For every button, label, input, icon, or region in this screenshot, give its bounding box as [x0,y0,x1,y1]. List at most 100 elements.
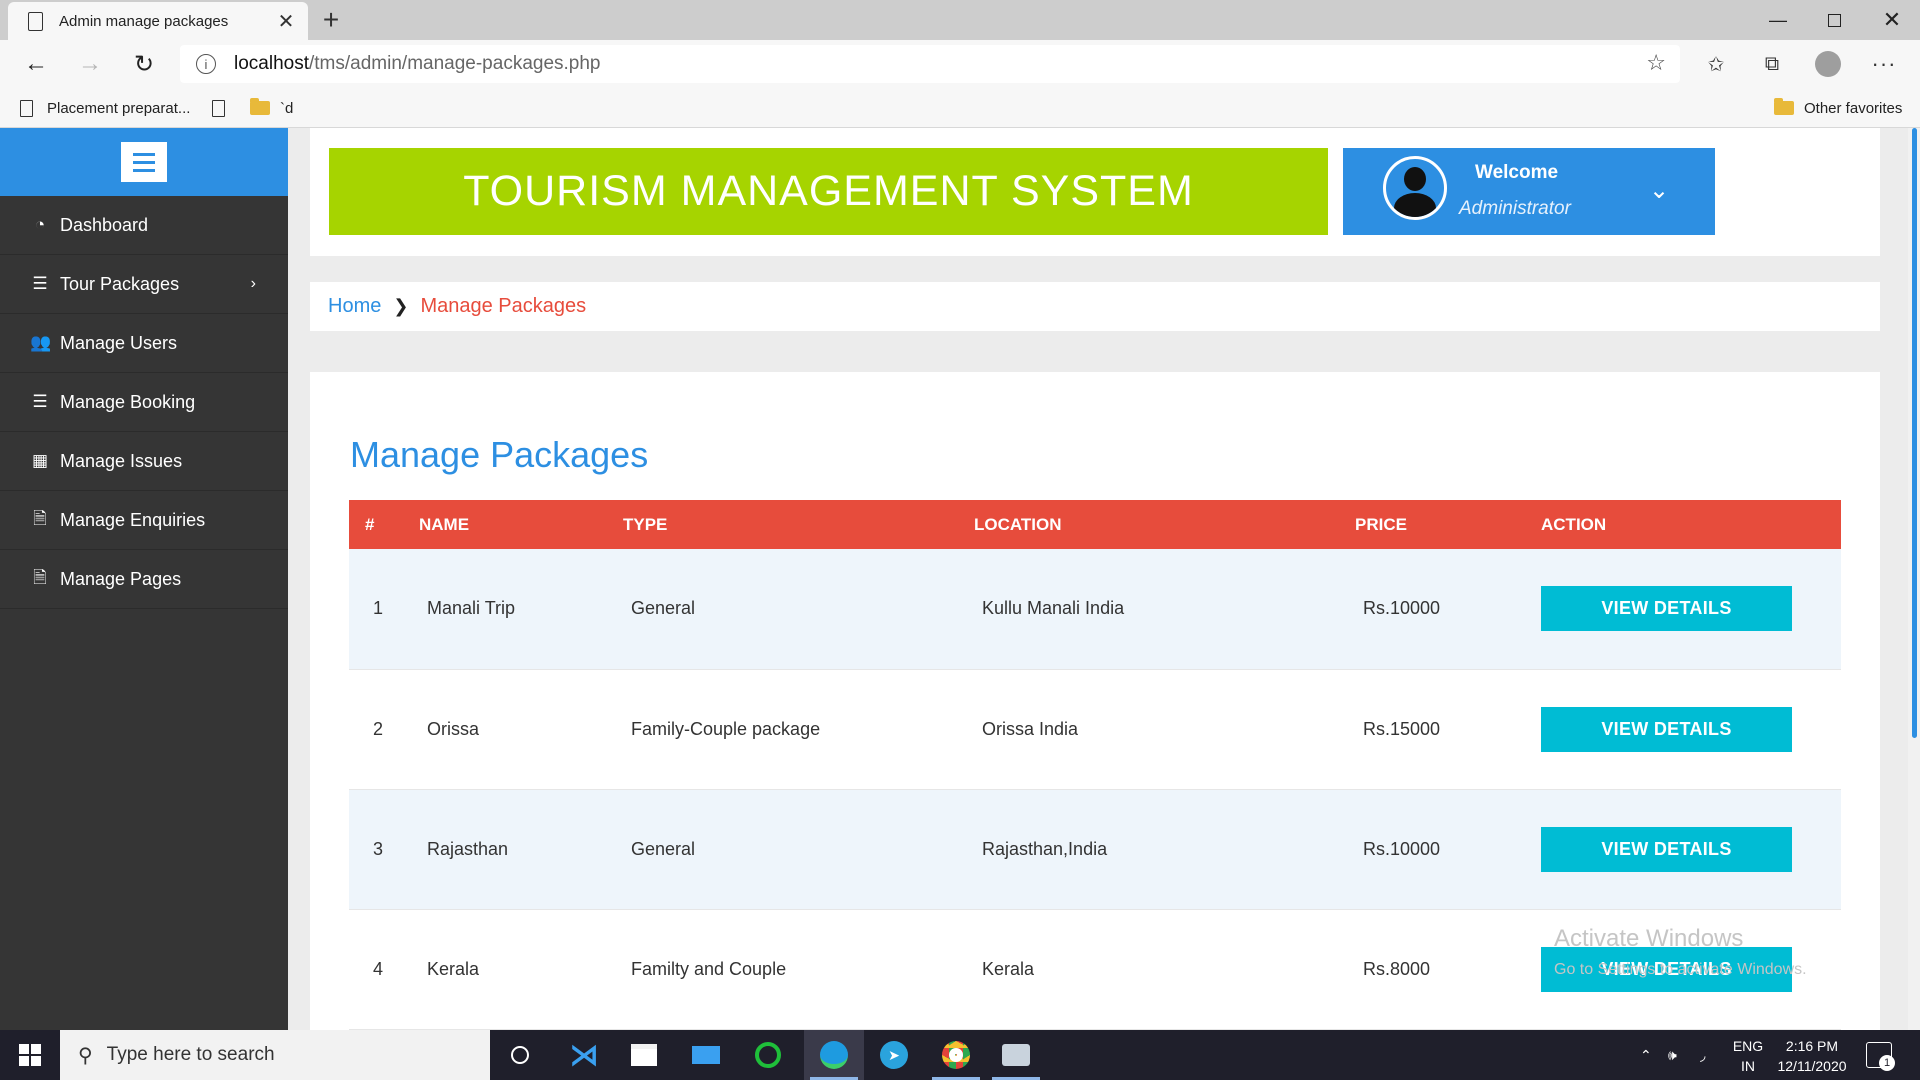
cell-number: 2 [349,669,419,790]
clock-date: 12/11/2020 [1777,1058,1847,1074]
profile-icon[interactable] [1812,48,1844,80]
other-favorites[interactable]: Other favorites [1774,88,1902,128]
favorites-bar: Placement preparat... `d Other favorites [0,88,1920,128]
table-icon: ▦ [31,451,49,470]
sidebar-item-label: Manage Pages [60,568,182,589]
other-favorites-label: Other favorites [1804,99,1903,117]
network-icon[interactable]: ◞ [1700,1030,1705,1080]
activate-windows-subtitle: Go to Settings to activate Windows. [1554,961,1807,978]
cell-name: Manali Trip [419,549,623,670]
close-window-icon[interactable]: ✕ [1864,0,1920,40]
back-arrow-icon[interactable]: ← [12,40,60,88]
chrome-icon[interactable] [926,1030,986,1080]
maximize-icon[interactable] [1806,0,1862,40]
table-header-row: # NAME TYPE LOCATION PRICE ACTION [349,500,1841,549]
task-view-icon[interactable] [490,1030,550,1080]
notification-icon[interactable]: 1 [1866,1042,1895,1071]
favorite-folder[interactable]: `d [250,88,293,128]
sidebar-item-label: Manage Booking [60,391,196,412]
page-title: Manage Packages [350,434,649,475]
tab-close-icon[interactable]: ✕ [276,9,296,34]
cell-price: Rs.10000 [1355,789,1541,910]
activate-windows-title: Activate Windows [1554,925,1744,952]
sidebar-item-manage-booking[interactable]: ☰ Manage Booking [0,373,288,432]
mail-icon[interactable] [676,1030,736,1080]
browser-tab-strip: Admin manage packages ✕ + — ✕ [0,0,1920,40]
app-ring-icon[interactable] [738,1030,798,1080]
collections-icon[interactable]: ⧉ [1756,48,1788,80]
taskbar-search[interactable]: ⚲ Type here to search [60,1030,490,1080]
lang-region: IN [1741,1058,1755,1074]
sidebar-item-label: Manage Issues [60,450,183,471]
list-icon: ☰ [32,392,48,411]
tray-chevron-up-icon[interactable]: ⌃ [1640,1030,1652,1080]
volume-icon[interactable]: 🕪 [1668,1030,1677,1080]
more-icon[interactable]: ··· [1868,48,1900,80]
edge-browser-icon[interactable] [804,1030,864,1080]
chevron-right-icon: ❯ [393,296,409,316]
view-details-button[interactable]: VIEW DETAILS [1541,586,1792,632]
scrollbar-thumb[interactable] [1912,128,1917,738]
cell-type: Family-Couple package [623,669,974,790]
folder-icon [250,98,270,115]
forward-arrow-icon[interactable]: → [66,40,114,88]
windows-start-icon[interactable] [0,1030,60,1080]
favorite-label: Placement preparat... [47,99,191,117]
column-header-type: TYPE [623,500,974,549]
dashboard-icon: ◔ [34,215,46,234]
sidebar-item-label: Dashboard [60,214,149,235]
new-tab-icon[interactable]: + [316,4,346,36]
reload-icon[interactable]: ↻ [120,40,168,88]
sidebar-item-manage-enquiries[interactable]: 🗎 Manage Enquiries [0,491,288,550]
column-header-number: # [349,500,419,549]
store-icon[interactable] [614,1030,674,1080]
cell-name: Rajasthan [419,789,623,910]
cell-name: Kerala [419,909,623,1030]
browser-navbar: ← → ↻ i localhost/tms/admin/manage-packa… [0,40,1920,88]
minimize-icon[interactable]: — [1750,0,1806,40]
avatar-icon [1383,156,1447,220]
sidebar-item-label: Manage Enquiries [60,509,206,530]
cell-location: Kerala [974,909,1355,1030]
hamburger-menu-icon[interactable] [121,142,167,182]
star-icon[interactable]: ☆ [1646,50,1666,76]
chevron-down-icon[interactable]: ⌄ [1649,176,1669,205]
favorite-item[interactable]: Placement preparat... [20,88,190,128]
cell-action: VIEW DETAILS [1541,789,1841,910]
sidebar-item-manage-issues[interactable]: ▦ Manage Issues [0,432,288,491]
cell-name: Orissa [419,669,623,790]
cell-location: Rajasthan,India [974,789,1355,910]
favorite-label: `d [280,99,294,117]
sidebar-header [0,128,288,196]
address-bar[interactable]: i localhost/tms/admin/manage-packages.ph… [180,45,1680,83]
xampp-icon[interactable] [986,1030,1046,1080]
users-icon: 👥 [30,333,52,352]
language-indicator[interactable]: ENG IN [1730,1036,1766,1076]
site-title: TOURISM MANAGEMENT SYSTEM [329,148,1328,235]
vscode-icon[interactable]: ⋊ [554,1030,614,1080]
sidebar-item-manage-pages[interactable]: 🗎 Manage Pages [0,550,288,609]
lang-code: ENG [1732,1038,1764,1054]
favorite-item[interactable] [212,88,239,128]
sidebar: ◔ Dashboard ☰ Tour Packages › 👥 Manage U… [0,128,288,1030]
browser-tab[interactable]: Admin manage packages ✕ [8,2,308,40]
taskbar-clock[interactable]: 2:16 PM 12/11/2020 [1770,1036,1854,1076]
sidebar-item-manage-users[interactable]: 👥 Manage Users [0,314,288,373]
user-menu[interactable]: Welcome Administrator ⌄ [1343,148,1715,235]
info-icon[interactable]: i [196,54,216,74]
chevron-right-icon: › [250,275,256,292]
sidebar-item-dashboard[interactable]: ◔ Dashboard [0,196,288,255]
cell-price: Rs.15000 [1355,669,1541,790]
view-details-button[interactable]: VIEW DETAILS [1541,706,1792,752]
welcome-text: Welcome [1475,162,1559,183]
sidebar-item-tour-packages[interactable]: ☰ Tour Packages › [0,255,288,314]
page-scrollbar[interactable] [1908,128,1920,1030]
view-details-button[interactable]: VIEW DETAILS [1541,826,1792,872]
address-path: /tms/admin/manage-packages.php [309,53,601,74]
cell-number: 1 [349,549,419,670]
file-icon: 🗎 [33,508,47,528]
cell-action: VIEW DETAILS [1541,549,1841,670]
telegram-icon[interactable]: ➤ [864,1030,924,1080]
favorites-icon[interactable]: ✩ [1700,48,1732,80]
breadcrumb-home-link[interactable]: Home [328,295,381,318]
